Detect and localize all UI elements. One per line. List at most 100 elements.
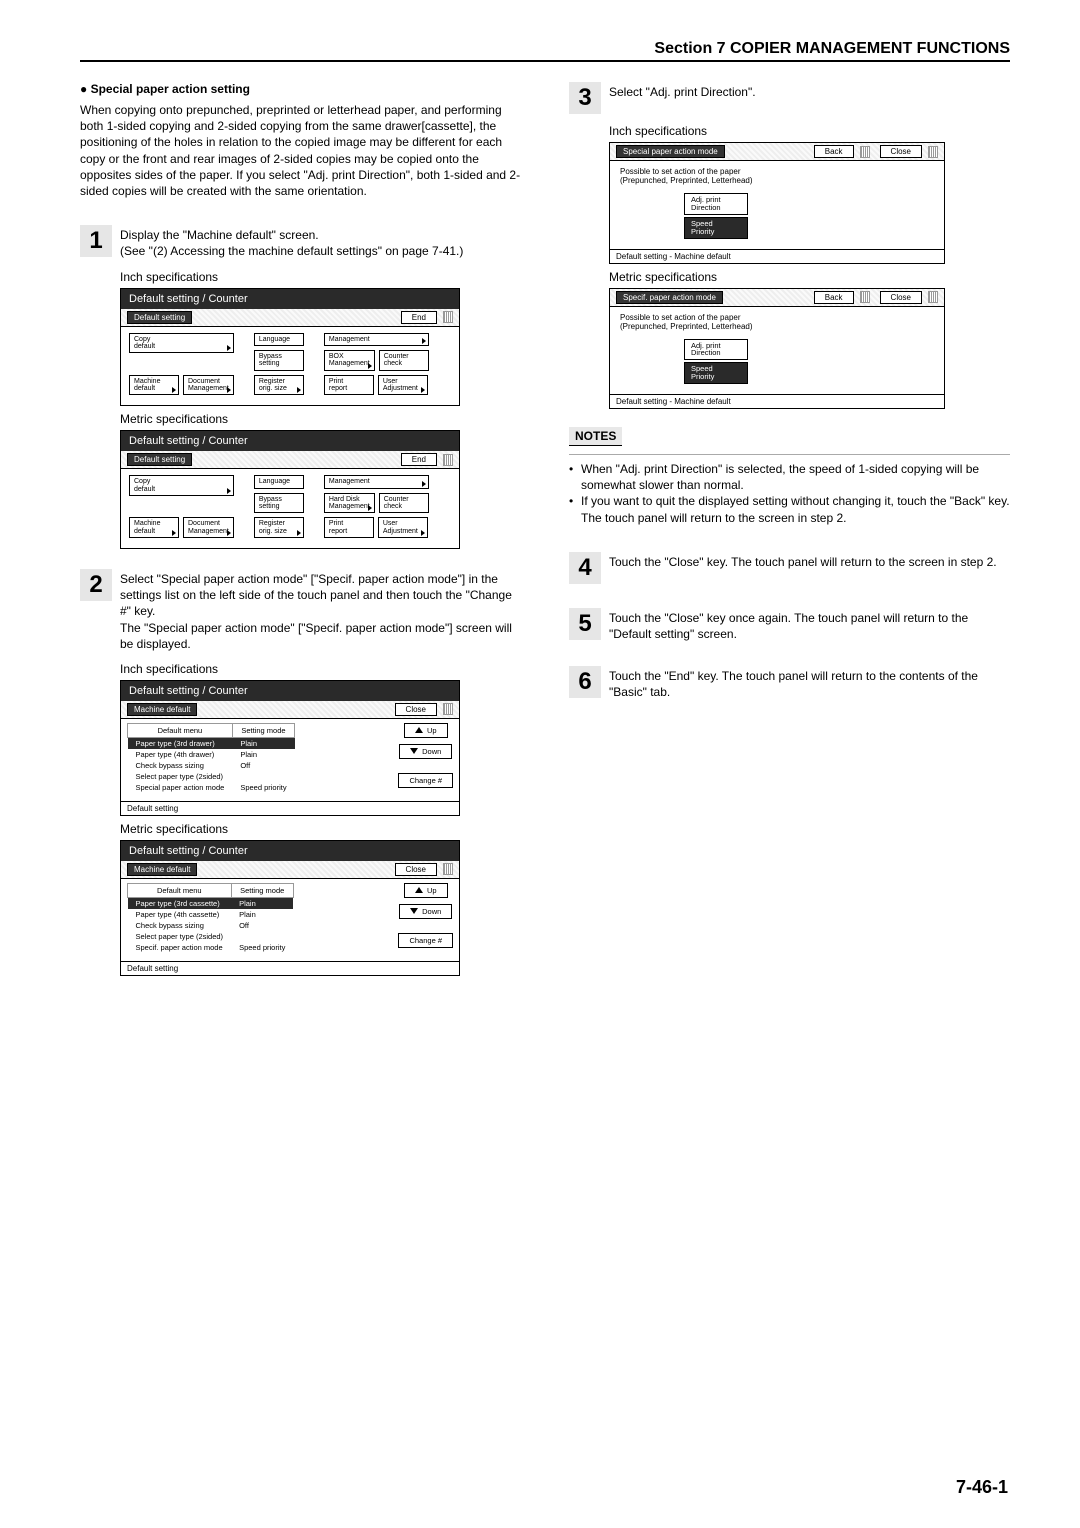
- scroll-icon: [928, 291, 938, 303]
- document-mgmt-button[interactable]: Document Management: [183, 375, 234, 396]
- change-button[interactable]: Change #: [398, 773, 453, 788]
- user-adj-button[interactable]: User Adjustment: [378, 517, 428, 538]
- adj-print-direction-button[interactable]: Adj. print Direction: [684, 193, 748, 215]
- table-row[interactable]: Check bypass sizingOff: [128, 760, 295, 771]
- triangle-down-icon: [410, 908, 418, 914]
- settings-table: Default menuSetting mode Paper type (3rd…: [127, 723, 295, 793]
- copy-default-button[interactable]: Copy default: [129, 333, 234, 354]
- close-button[interactable]: Close: [395, 703, 437, 716]
- step-3: 3 Select "Adj. print Direction".: [569, 82, 1010, 114]
- end-button[interactable]: End: [401, 311, 437, 324]
- panel-title: Default setting / Counter: [121, 841, 459, 861]
- table-row[interactable]: Select paper type (2sided): [128, 931, 294, 942]
- scroll-icon: [443, 703, 453, 715]
- triangle-up-icon: [415, 887, 423, 893]
- management-button[interactable]: Management: [324, 475, 429, 488]
- panel-title: Default setting / Counter: [121, 289, 459, 309]
- panel-strip: Default setting End: [121, 451, 459, 469]
- breadcrumb: Default setting: [121, 801, 459, 815]
- breadcrumb: Default setting - Machine default: [610, 249, 944, 263]
- language-button[interactable]: Language: [254, 333, 304, 346]
- machine-default-button[interactable]: Machine default: [129, 375, 179, 396]
- document-mgmt-button[interactable]: Document Management: [183, 517, 234, 538]
- triangle-down-icon: [410, 748, 418, 754]
- close-button[interactable]: Close: [880, 291, 922, 304]
- strip-label: Machine default: [127, 703, 197, 716]
- strip-label: Specif. paper action mode: [616, 291, 723, 304]
- table-row[interactable]: Paper type (3rd drawer)Plain: [128, 737, 295, 749]
- panel-strip: Machine default Close: [121, 861, 459, 879]
- strip-label: Default setting: [127, 311, 192, 324]
- panel-desc: Possible to set action of the paper (Pre…: [620, 313, 934, 331]
- register-orig-button[interactable]: Register orig. size: [254, 375, 304, 396]
- touch-panel-default-metric: Default setting / Counter Default settin…: [120, 430, 460, 549]
- adj-print-direction-button[interactable]: Adj. print Direction: [684, 339, 748, 361]
- step-1-text-a: Display the "Machine default" screen.: [120, 227, 463, 243]
- triangle-up-icon: [415, 727, 423, 733]
- step-1-text-b: (See "(2) Accessing the machine default …: [120, 243, 463, 259]
- table-row[interactable]: Paper type (3rd cassette)Plain: [128, 897, 294, 909]
- table-row[interactable]: Special paper action modeSpeed priority: [128, 782, 295, 793]
- panel-strip: Special paper action mode Back Close: [610, 143, 944, 161]
- language-button[interactable]: Language: [254, 475, 304, 488]
- table-row[interactable]: Specif. paper action modeSpeed priority: [128, 942, 294, 953]
- register-orig-button[interactable]: Register orig. size: [254, 517, 304, 538]
- list-item: •If you want to quit the displayed setti…: [569, 493, 1010, 525]
- back-button[interactable]: Back: [814, 291, 854, 304]
- notes-list: •When "Adj. print Direction" is selected…: [569, 461, 1010, 526]
- inch-caption: Inch specifications: [120, 270, 521, 284]
- table-row[interactable]: Paper type (4th drawer)Plain: [128, 749, 295, 760]
- step-4-text: Touch the "Close" key. The touch panel w…: [609, 552, 997, 570]
- step-5: 5 Touch the "Close" key once again. The …: [569, 608, 1010, 642]
- panel-title: Default setting / Counter: [121, 681, 459, 701]
- step-6-text: Touch the "End" key. The touch panel wil…: [609, 666, 1010, 700]
- machine-default-button[interactable]: Machine default: [129, 517, 179, 538]
- bypass-setting-button[interactable]: Bypass setting: [254, 350, 304, 371]
- down-button[interactable]: Down: [399, 744, 452, 759]
- step-number-icon: 2: [80, 569, 112, 601]
- step-2: 2 Select "Special paper action mode" ["S…: [80, 569, 521, 652]
- metric-caption: Metric specifications: [120, 412, 521, 426]
- close-button[interactable]: Close: [880, 145, 922, 158]
- down-button[interactable]: Down: [399, 904, 452, 919]
- box-mgmt-button[interactable]: BOX Management: [324, 350, 375, 371]
- scroll-icon: [860, 146, 870, 158]
- table-row[interactable]: Paper type (4th cassette)Plain: [128, 909, 294, 920]
- print-report-button[interactable]: Print report: [324, 375, 374, 396]
- counter-check-button[interactable]: Counter check: [379, 493, 429, 514]
- step-4: 4 Touch the "Close" key. The touch panel…: [569, 552, 1010, 584]
- back-button[interactable]: Back: [814, 145, 854, 158]
- hard-disk-mgmt-button[interactable]: Hard Disk Management: [324, 493, 375, 514]
- counter-check-button[interactable]: Counter check: [379, 350, 429, 371]
- management-button[interactable]: Management: [324, 333, 429, 346]
- user-adj-button[interactable]: User Adjustment: [378, 375, 428, 396]
- step-number-icon: 1: [80, 225, 112, 257]
- strip-label: Machine default: [127, 863, 197, 876]
- close-button[interactable]: Close: [395, 863, 437, 876]
- panel-desc: Possible to set action of the paper (Pre…: [620, 167, 934, 185]
- copy-default-button[interactable]: Copy default: [129, 475, 234, 496]
- up-button[interactable]: Up: [404, 723, 448, 738]
- panel-strip: Default setting End: [121, 309, 459, 327]
- table-row[interactable]: Select paper type (2sided): [128, 771, 295, 782]
- scroll-icon: [443, 311, 453, 323]
- step-1: 1 Display the "Machine default" screen. …: [80, 225, 521, 259]
- bypass-setting-button[interactable]: Bypass setting: [254, 493, 304, 514]
- scroll-icon: [443, 863, 453, 875]
- inch-caption-2: Inch specifications: [120, 662, 521, 676]
- panel-title: Default setting / Counter: [121, 431, 459, 451]
- up-button[interactable]: Up: [404, 883, 448, 898]
- step-number-icon: 3: [569, 82, 601, 114]
- end-button[interactable]: End: [401, 453, 437, 466]
- section-header: Section 7 COPIER MANAGEMENT FUNCTIONS: [80, 40, 1010, 62]
- change-button[interactable]: Change #: [398, 933, 453, 948]
- print-report-button[interactable]: Print report: [324, 517, 374, 538]
- speed-priority-button[interactable]: Speed Priority: [684, 362, 748, 384]
- touch-panel-machdef-inch: Default setting / Counter Machine defaul…: [120, 680, 460, 816]
- touch-panel-default-inch: Default setting / Counter Default settin…: [120, 288, 460, 407]
- panel-strip: Machine default Close: [121, 701, 459, 719]
- table-row[interactable]: Check bypass sizingOff: [128, 920, 294, 931]
- speed-priority-button[interactable]: Speed Priority: [684, 217, 748, 239]
- panel-strip: Specif. paper action mode Back Close: [610, 289, 944, 307]
- breadcrumb: Default setting - Machine default: [610, 394, 944, 408]
